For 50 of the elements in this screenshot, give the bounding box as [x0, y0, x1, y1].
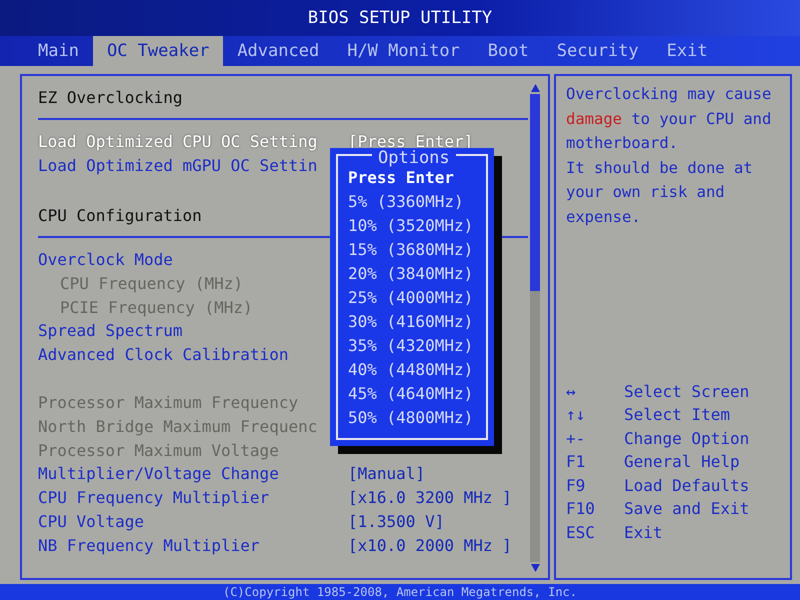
option-item[interactable]: Press Enter — [348, 166, 492, 190]
key-action: Select Screen — [624, 382, 750, 401]
key-label: ↑↓ — [566, 405, 586, 424]
option-item[interactable]: 35% (4320MHz) — [348, 334, 492, 358]
option-item[interactable]: 15% (3680MHz) — [348, 238, 492, 262]
setting-label[interactable]: CPU Frequency Multiplier — [38, 488, 348, 508]
key-action: Exit — [624, 522, 663, 542]
key-label: ESC — [566, 522, 596, 542]
option-item[interactable]: 20% (3840MHz) — [348, 262, 492, 286]
option-item[interactable]: 50% (4800MHz) — [348, 406, 492, 430]
option-item[interactable]: 45% (4640MHz) — [348, 382, 492, 406]
setting-label[interactable]: CPU Voltage — [38, 512, 348, 531]
tab[interactable]: Security — [542, 36, 653, 66]
section-heading: CPU Configuration — [38, 204, 202, 227]
option-item[interactable]: 5% (3360MHz) — [348, 190, 492, 214]
scrollbar[interactable] — [528, 84, 542, 572]
option-item[interactable]: 25% (4000MHz) — [348, 286, 492, 310]
option-item[interactable]: 10% (3520MHz) — [348, 214, 492, 238]
key-label: F10 — [566, 499, 596, 518]
option-item[interactable]: 40% (4480MHz) — [348, 358, 492, 382]
key-action: Save and Exit — [624, 499, 750, 518]
key-action: Select Item — [624, 405, 730, 424]
copyright-text: (C)Copyright 1985-2008, American Megatrends, Inc. — [222, 584, 577, 600]
setting-label[interactable]: NB Frequency Multiplier — [38, 536, 348, 555]
key-label: F9 — [566, 476, 586, 495]
scroll-down-icon[interactable] — [530, 564, 540, 572]
section-heading: EZ Overclocking — [38, 87, 182, 109]
setting-label[interactable]: Multiplier/Voltage Change — [38, 464, 348, 484]
help-text: Overclocking may cause damage to your CPU and motherboard. It should be done at your own risk and expense. — [566, 84, 772, 228]
setting-value[interactable]: [Manual] — [348, 464, 426, 484]
setting-value[interactable]: [1.3500 V] — [348, 512, 444, 531]
setting-value[interactable]: [x10.0 2000 MHz ] — [348, 536, 512, 555]
key-action: General Help — [624, 452, 740, 472]
tab[interactable]: H/W Monitor — [333, 36, 474, 66]
tab[interactable]: Main — [24, 36, 93, 66]
key-action: Load Defaults — [624, 476, 750, 495]
tab[interactable]: Boot — [474, 36, 543, 66]
window-title: BIOS SETUP UTILITY — [308, 8, 492, 28]
scroll-up-icon[interactable] — [530, 84, 540, 92]
key-label: ↔ — [566, 382, 577, 401]
popup-title: Options — [372, 148, 456, 168]
key-label: F1 — [566, 452, 586, 472]
tab[interactable]: OC Tweaker — [92, 36, 224, 66]
option-item[interactable]: 30% (4160MHz) — [348, 310, 492, 334]
key-label: +- — [566, 428, 586, 448]
key-action: Change Option — [624, 428, 750, 448]
tab[interactable]: Exit — [652, 36, 722, 66]
setting-label[interactable]: Load Optimized CPU OC Setting — [38, 132, 348, 152]
tab[interactable]: Advanced — [223, 36, 334, 66]
setting-value[interactable]: [x16.0 3200 MHz ] — [348, 488, 512, 508]
